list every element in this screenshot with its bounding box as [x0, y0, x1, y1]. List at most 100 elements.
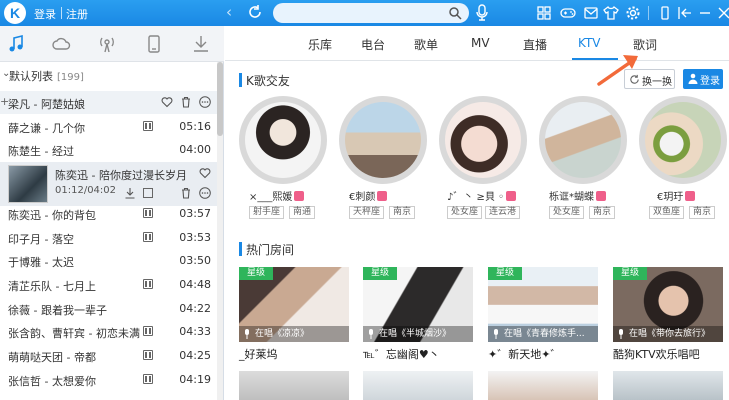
dock-icon[interactable] [677, 5, 693, 21]
friend-tag: 射手座 [249, 206, 285, 219]
song-row[interactable]: 陈楚生 - 经过 04:00 [0, 138, 218, 161]
radio-broadcast-icon[interactable] [97, 34, 117, 54]
tab-mv[interactable]: MV [471, 36, 490, 50]
search-icon[interactable] [448, 6, 462, 20]
room-name[interactable]: ✦゛新天地✦゛ [488, 346, 561, 362]
tab-live[interactable]: 直播 [523, 36, 547, 53]
avatar [645, 102, 721, 178]
friend-card[interactable]: ×___熙媛 射手座 南通 [239, 96, 327, 246]
skin-shirt-icon[interactable] [603, 5, 619, 21]
swap-label: 换一换 [642, 77, 672, 88]
login-link[interactable]: 登录 [34, 6, 56, 22]
song-row[interactable]: 张信哲 - 太想爱你 04:19 [0, 368, 218, 391]
avatar [345, 102, 421, 178]
cloud-icon[interactable] [52, 34, 72, 54]
mv-icon[interactable] [143, 232, 153, 242]
microphone-icon[interactable] [475, 4, 489, 22]
mv-icon[interactable] [143, 326, 153, 336]
room-name[interactable]: ℡゛忘幽阁♥丶 [363, 346, 440, 362]
mv-icon[interactable] [143, 374, 153, 384]
microphone-icon [245, 329, 249, 339]
mv-icon[interactable] [143, 279, 153, 289]
tab-radio[interactable]: 电台 [361, 36, 385, 53]
delete-icon[interactable] [180, 187, 192, 199]
room-card[interactable]: 星级 在唱《带你去旅行》 [613, 267, 723, 342]
avatar [245, 102, 321, 178]
back-arrow-icon[interactable]: ‹ [226, 3, 232, 21]
room-name[interactable]: _好莱坞 [239, 346, 278, 362]
song-name: 徐薇 - 跟着我一辈子 [8, 304, 107, 317]
album-thumbnail [8, 165, 48, 203]
song-row[interactable]: 张含韵、曹轩宾 - 初恋未满 04:33 [0, 320, 218, 343]
friend-name: ♪゛丶 ≥貝 ◦ [447, 188, 517, 203]
friends-section-title: K歌交友 [246, 74, 290, 88]
apps-grid-icon[interactable] [536, 5, 552, 21]
mobile-device-icon[interactable] [144, 34, 164, 54]
room-card[interactable]: 星级 在唱《青春修炼手... [488, 267, 598, 342]
song-name: 萌萌哒天团 - 帝都 [8, 351, 96, 364]
download-icon[interactable] [191, 34, 211, 54]
star-badge: 星级 [363, 267, 397, 280]
friend-tag: 南京 [589, 206, 616, 219]
now-playing-row[interactable]: 陈奕迅 - 陪你度过漫长岁月 01:12/04:02 [0, 162, 218, 206]
mv-icon[interactable] [143, 188, 153, 198]
song-row[interactable]: 陈奕迅 - 你的背包 03:57 [0, 202, 218, 225]
message-icon[interactable] [583, 5, 599, 21]
delete-icon[interactable] [180, 96, 192, 108]
song-name: 梁凡 - 阿楚姑娘 [8, 98, 85, 111]
song-row[interactable]: 于博雅 - 太迟 03:50 [0, 249, 218, 272]
playlist-scroll-thumb[interactable] [217, 62, 223, 136]
mv-icon[interactable] [143, 208, 153, 218]
window-controls-separator [648, 6, 649, 20]
song-row[interactable]: 清芷乐队 - 七月上 04:48 [0, 273, 218, 296]
mv-icon[interactable] [143, 121, 153, 131]
mv-icon[interactable] [143, 350, 153, 360]
song-row[interactable]: 印子月 - 落空 03:53 [0, 226, 218, 249]
ktv-login-button[interactable]: 登录 [683, 69, 723, 89]
music-note-icon[interactable] [6, 34, 26, 54]
kugou-logo[interactable]: K [4, 2, 26, 24]
list-title: 默认列表 [9, 70, 53, 83]
tab-lyrics[interactable]: 歌词 [633, 36, 657, 53]
more-options-icon[interactable] [199, 96, 211, 108]
song-row[interactable]: 薛之谦 - 几个你 05:16 [0, 115, 218, 138]
friend-card[interactable]: 栎诓*蝴蝶 处女座 南京 [539, 96, 627, 246]
title-separator [61, 7, 62, 19]
refresh-icon[interactable] [247, 4, 263, 20]
room-singing-label: 在唱《半城烟沙》 [363, 326, 473, 342]
friend-card[interactable]: ♪゛丶 ≥貝 ◦ 处女座 连云港 [439, 96, 527, 246]
swap-button[interactable]: 换一换 [624, 69, 675, 89]
game-controller-icon[interactable] [560, 5, 576, 21]
mini-mode-icon[interactable] [657, 5, 673, 21]
song-row[interactable]: 萌萌哒天团 - 帝都 04:25 [0, 344, 218, 367]
default-list-header[interactable]: ⌄ 默认列表 [199] [0, 64, 218, 86]
song-row[interactable]: + 梁凡 - 阿楚姑娘 [0, 91, 218, 114]
room-card[interactable]: 星级 在唱《凉凉》 [239, 267, 349, 342]
register-link[interactable]: 注册 [66, 6, 88, 22]
heart-icon[interactable] [199, 167, 211, 179]
close-icon[interactable] [716, 5, 729, 21]
minimize-icon[interactable] [697, 5, 713, 21]
download-icon[interactable] [124, 187, 136, 199]
more-options-icon[interactable] [199, 187, 211, 199]
room-thumbnail[interactable] [613, 371, 723, 400]
friend-card[interactable]: €刺颜 天秤座 南京 [339, 96, 427, 246]
tab-ktv[interactable]: KTV [578, 36, 600, 50]
tab-playlists[interactable]: 歌单 [414, 36, 438, 53]
search-input[interactable] [273, 3, 469, 23]
room-thumbnail[interactable] [239, 371, 349, 400]
tab-library[interactable]: 乐库 [308, 36, 332, 53]
settings-gear-icon[interactable] [625, 5, 641, 21]
room-thumbnail[interactable] [488, 371, 598, 400]
song-row[interactable]: 徐薇 - 跟着我一辈子 04:22 [0, 297, 218, 320]
friend-tag: 南京 [389, 206, 416, 219]
friend-card[interactable]: €玥玗 双鱼座 南京 [639, 96, 727, 246]
female-icon [685, 191, 696, 201]
room-name[interactable]: 酷狗KTV欢乐唱吧 [613, 346, 700, 362]
room-thumbnail[interactable] [363, 371, 473, 400]
heart-icon[interactable] [161, 96, 173, 108]
now-playing-title: 陈奕迅 - 陪你度过漫长岁月 [55, 169, 187, 182]
song-duration: 03:50 [179, 254, 211, 267]
room-card[interactable]: 星级 在唱《半城烟沙》 [363, 267, 473, 342]
microphone-icon [494, 329, 498, 339]
